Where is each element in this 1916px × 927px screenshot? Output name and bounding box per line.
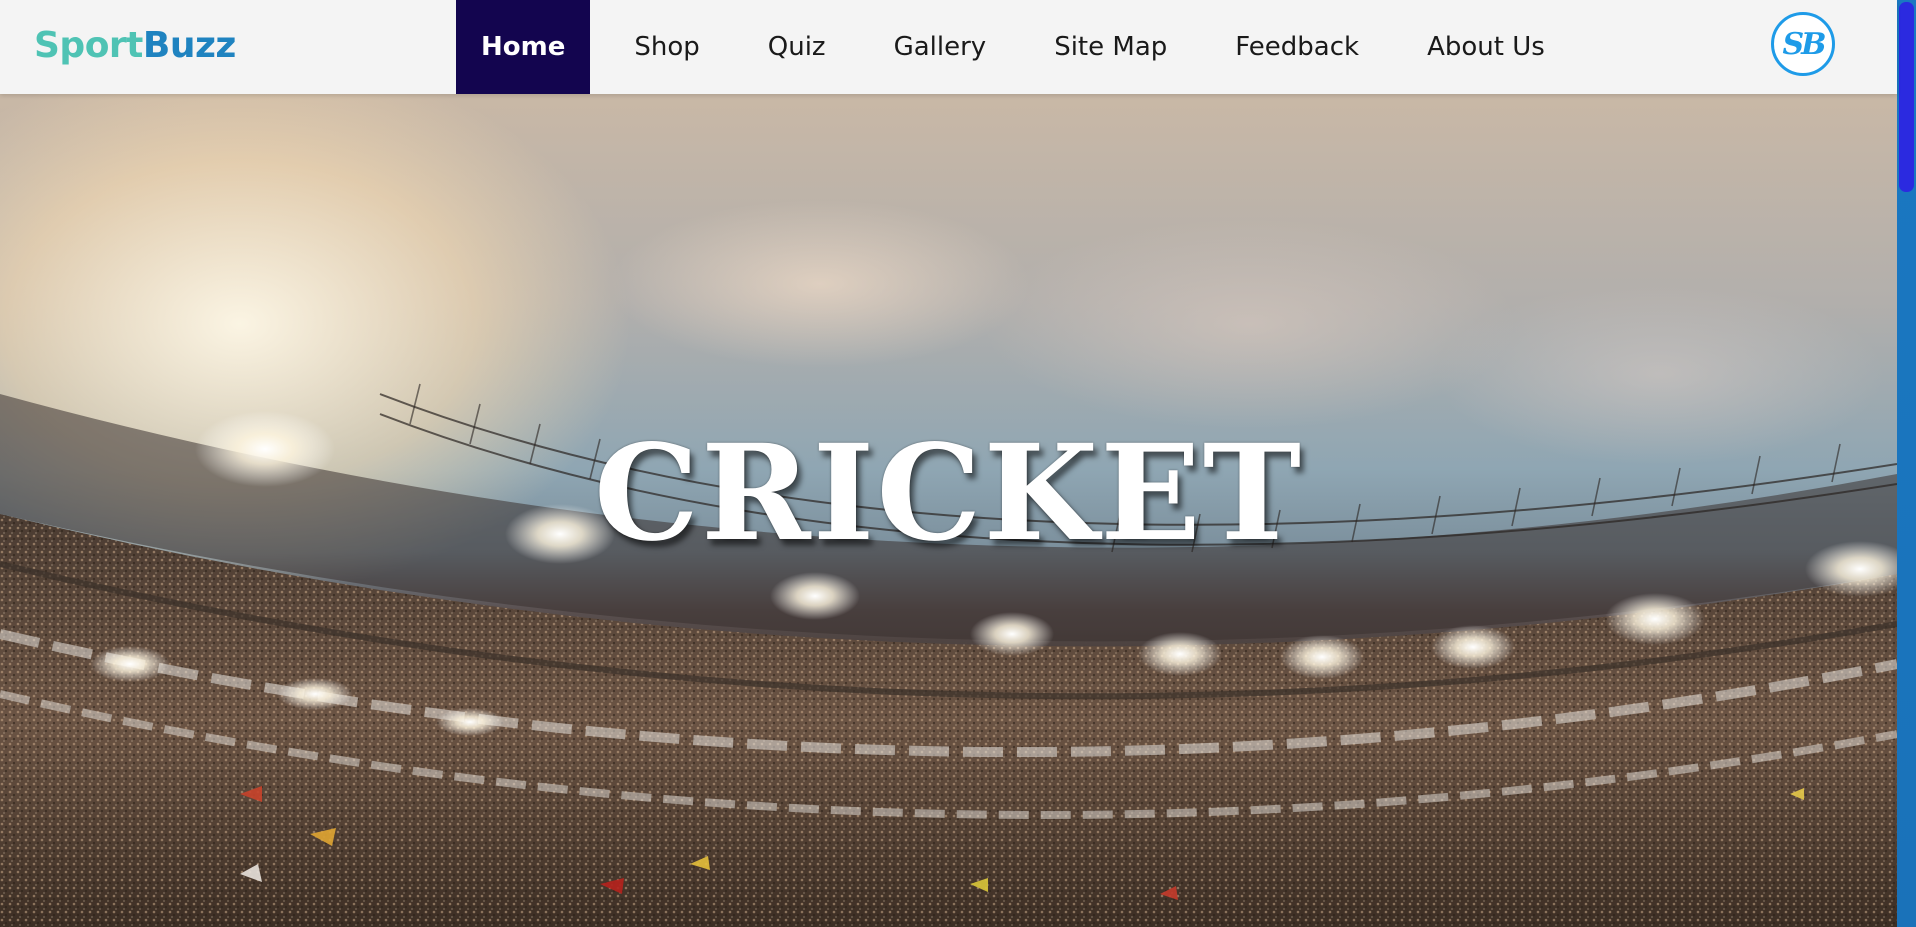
hero-title: CRICKET — [593, 416, 1304, 571]
nav-item-shop[interactable]: Shop — [610, 0, 723, 94]
nav-item-feedback[interactable]: Feedback — [1211, 0, 1383, 94]
page-scrollbar[interactable] — [1897, 0, 1916, 927]
hero-banner: CRICKET — [0, 94, 1897, 927]
page: SportBuzz Home Shop Quiz Gallery Site Ma… — [0, 0, 1916, 927]
main-nav: Home Shop Quiz Gallery Site Map Feedback… — [456, 0, 1589, 94]
nav-item-quiz[interactable]: Quiz — [744, 0, 850, 94]
logo-text-buzz: Buzz — [142, 25, 236, 66]
site-logo[interactable]: SportBuzz — [34, 24, 236, 68]
scrollbar-thumb[interactable] — [1899, 2, 1914, 192]
nav-item-gallery[interactable]: Gallery — [870, 0, 1011, 94]
top-navbar: SportBuzz Home Shop Quiz Gallery Site Ma… — [0, 0, 1897, 94]
nav-item-site-map[interactable]: Site Map — [1030, 0, 1191, 94]
nav-item-about-us[interactable]: About Us — [1403, 0, 1569, 94]
sb-badge-text: SB — [1782, 26, 1826, 62]
logo-text-sport: Sport — [34, 25, 143, 66]
nav-item-home[interactable]: Home — [456, 0, 591, 94]
sb-badge-logo[interactable]: SB — [1771, 12, 1835, 76]
